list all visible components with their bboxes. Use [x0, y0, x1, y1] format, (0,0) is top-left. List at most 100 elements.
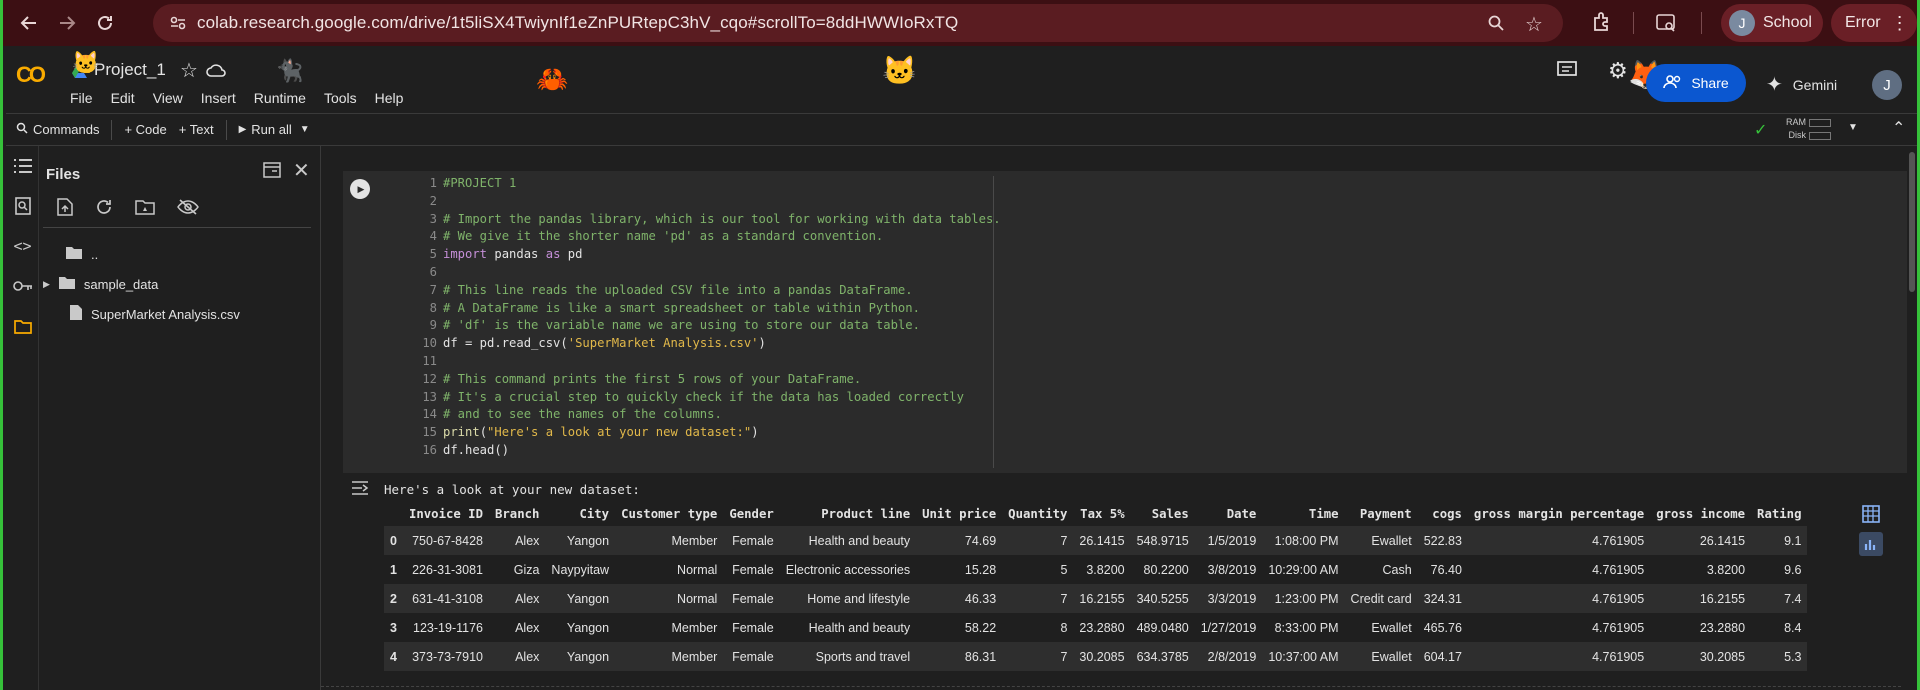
run-all-dropdown-icon[interactable]: ▼ — [300, 124, 310, 135]
share-button[interactable]: Share — [1646, 64, 1746, 102]
reload-icon[interactable] — [89, 7, 121, 39]
zoom-icon[interactable] — [1487, 14, 1505, 37]
table-cell: Normal — [677, 562, 718, 577]
extensions-icon[interactable] — [1591, 10, 1613, 37]
suggest-chart-icon[interactable] — [1859, 532, 1883, 556]
file-row-csv[interactable]: SuperMarket Analysis.csv — [69, 302, 240, 326]
url-text: colab.research.google.com/drive/1t5liSX4… — [197, 13, 959, 32]
table-cell: 16.2155 — [1073, 584, 1131, 613]
table-cell: Member — [671, 620, 718, 635]
site-info-icon[interactable] — [169, 14, 187, 37]
table-cell: 8 — [1060, 620, 1068, 635]
code-line: 2 — [403, 193, 1001, 211]
table-header-row: Invoice ID Branch City Customer type Gender P… — [384, 501, 1807, 526]
code-line: 4 # We give it the shorter name 'pd' as a… — [403, 228, 1001, 246]
convert-table-icon[interactable] — [1859, 502, 1883, 526]
menu-insert[interactable]: Insert — [201, 90, 236, 106]
play-icon: ▶ — [238, 124, 247, 135]
code-line: 9 # 'df' is the variable name we are usin… — [403, 317, 1001, 335]
menu-help[interactable]: Help — [375, 90, 404, 106]
column-header: Quantity — [1008, 506, 1068, 521]
table-cell: Electronic accessories — [785, 562, 911, 577]
error-chip[interactable]: Error ⋮ — [1831, 4, 1917, 42]
refresh-icon[interactable] — [95, 198, 113, 221]
account-avatar[interactable]: J — [1872, 70, 1902, 100]
colab-logo[interactable]: CO — [16, 62, 46, 88]
toolbar-divider — [1633, 12, 1634, 34]
table-cell: 5.3 — [1751, 642, 1808, 671]
bookmark-star-icon[interactable]: ☆ — [1525, 12, 1543, 37]
menu-edit[interactable]: Edit — [111, 90, 135, 106]
code-line: 6 — [403, 264, 1001, 282]
run-cell-button[interactable]: ▶ — [350, 179, 370, 199]
tab-search-icon[interactable] — [1655, 12, 1677, 39]
expand-arrow-icon[interactable]: ▶ — [43, 279, 50, 290]
open-in-window-icon[interactable] — [263, 162, 281, 183]
resource-meter[interactable]: RAM Disk — [1786, 116, 1831, 142]
menu-file[interactable]: File — [70, 90, 93, 106]
resource-dropdown-icon[interactable]: ▼ — [1848, 122, 1858, 133]
line-number: 15 — [422, 425, 437, 440]
secrets-key-icon[interactable] — [6, 266, 39, 306]
table-cell: Alex — [489, 642, 546, 671]
table-of-contents-icon[interactable] — [6, 146, 39, 186]
gemini-button[interactable]: ✦ Gemini — [1766, 72, 1837, 97]
table-cell: 373-73-7910 — [402, 642, 489, 671]
table-cell: 30.2085 — [1650, 642, 1752, 671]
table-cell: 3/8/2019 — [1207, 562, 1257, 577]
table-cell: Alex — [489, 584, 546, 613]
code-token: import — [443, 247, 488, 262]
forward-icon[interactable] — [51, 7, 83, 39]
find-replace-icon[interactable] — [6, 186, 39, 226]
menu-view[interactable]: View — [153, 90, 183, 106]
comment-icon[interactable] — [1556, 60, 1578, 85]
back-icon[interactable] — [13, 7, 45, 39]
star-icon[interactable]: ☆ — [180, 58, 198, 83]
table-cell: 10:29:00 AM — [1268, 562, 1339, 577]
folder-open-icon — [65, 246, 83, 263]
profile-chip[interactable]: J School — [1721, 4, 1823, 42]
code-editor[interactable]: 1 #PROJECT 1 2 3 # Import the pandas librar… — [403, 175, 1001, 460]
table-cell: 1:08:00 PM — [1262, 526, 1345, 555]
commands-button[interactable]: Commands — [6, 118, 111, 142]
files-actions — [57, 198, 199, 221]
address-bar[interactable]: colab.research.google.com/drive/1t5liSX4… — [153, 4, 1563, 42]
table-cell: Female — [723, 584, 780, 613]
code-line: 7 # This line reads the uploaded CSV file… — [403, 282, 1001, 300]
files-folder-icon[interactable] — [6, 306, 39, 346]
table-cell: Yangon — [545, 642, 616, 671]
table-cell: 30.2085 — [1073, 642, 1131, 671]
settings-gear-icon[interactable]: ⚙ — [1608, 58, 1628, 84]
table-cell: Health and beauty — [808, 620, 911, 635]
notebook-title[interactable]: Project_1 — [94, 60, 166, 80]
column-header: Customer type — [621, 506, 718, 521]
output-toggle-icon[interactable] — [351, 480, 369, 501]
line-number: 11 — [422, 353, 437, 368]
add-text-button[interactable]: + Text — [179, 118, 226, 142]
line-number: 1 — [429, 176, 437, 190]
add-code-button[interactable]: + Code — [112, 118, 178, 142]
table-cell: 604.17 — [1417, 642, 1468, 671]
scrollbar-thumb[interactable] — [1909, 152, 1915, 292]
menu-runtime[interactable]: Runtime — [254, 90, 306, 106]
table-cell: 1/27/2019 — [1200, 620, 1257, 635]
file-name: sample_data — [83, 276, 159, 292]
code-cell[interactable]: ▶ 1 #PROJECT 1 2 3 # Import the pandas libr… — [343, 171, 1907, 473]
menu-tools[interactable]: Tools — [324, 90, 357, 106]
code-snippets-icon[interactable]: <> — [6, 226, 39, 266]
table-cell: Member — [615, 642, 724, 671]
collapse-chevron-up-icon[interactable]: ⌃ — [1892, 118, 1905, 138]
hide-visibility-icon[interactable] — [177, 199, 199, 220]
table-cell: Ewallet — [1344, 642, 1418, 671]
mount-drive-icon[interactable] — [135, 199, 155, 220]
file-row-parent[interactable]: .. — [57, 242, 98, 266]
table-cell: 489.0480 — [1136, 620, 1189, 635]
main-scrollbar[interactable] — [1907, 146, 1917, 690]
table-cell: Home and lifestyle — [779, 584, 917, 613]
file-row-folder[interactable]: ▶ sample_data — [43, 272, 158, 296]
table-cell: 2/8/2019 — [1194, 642, 1263, 671]
table-cell: Credit card — [1344, 584, 1418, 613]
upload-icon[interactable] — [57, 198, 73, 221]
close-icon[interactable]: ✕ — [293, 158, 310, 183]
run-all-button[interactable]: ▶ Run all — [227, 118, 304, 142]
